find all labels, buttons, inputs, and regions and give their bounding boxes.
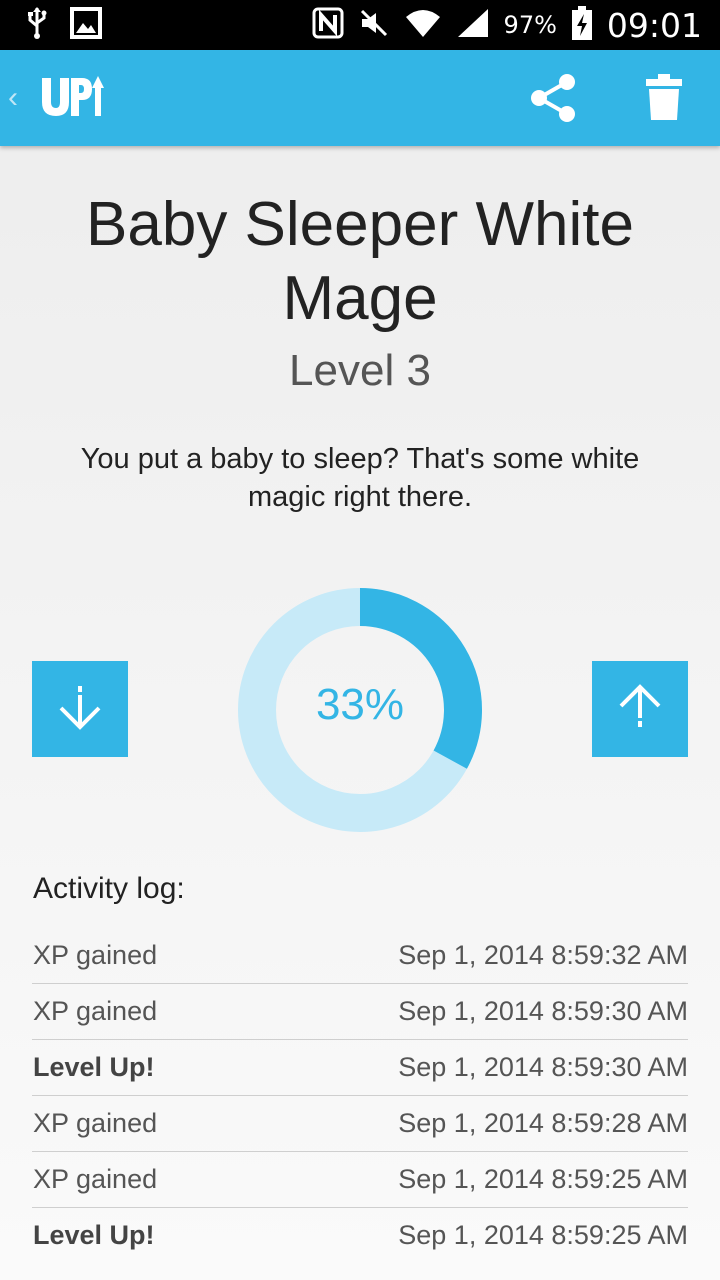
image-icon [70,6,102,44]
log-timestamp: Sep 1, 2014 8:59:32 AM [398,940,688,970]
status-bar: 97% 09:01 [0,0,720,50]
skill-title: Baby Sleeper White Mage [86,190,634,333]
arrow-up-icon [618,682,662,737]
log-timestamp: Sep 1, 2014 8:59:30 AM [398,996,688,1026]
skill-description: You put a baby to sleep? That's some whi… [80,443,640,513]
progress-percent: 33% [315,680,405,729]
activity-log-heading: Activity log: [33,872,185,905]
log-event: XP gained [33,940,158,970]
skill-level: Level 3 [289,346,431,395]
log-row: XP gained Sep 1, 2014 8:59:30 AM [32,984,688,1040]
log-event: XP gained [33,996,158,1026]
log-event: Level Up! [33,1052,155,1082]
log-row: Level Up! Sep 1, 2014 8:59:30 AM [32,1040,688,1096]
increase-xp-button[interactable] [592,661,688,757]
share-icon[interactable] [528,72,578,129]
clock: 09:01 [606,5,702,45]
nfc-icon [312,7,344,44]
battery-icon [571,5,593,45]
battery-percent: 97% [503,11,557,39]
log-timestamp: Sep 1, 2014 8:59:25 AM [398,1220,688,1250]
wifi-icon [404,7,442,44]
signal-icon [456,7,490,44]
decrease-xp-button[interactable] [32,661,128,757]
activity-log-list: XP gained Sep 1, 2014 8:59:32 AM XP gain… [32,928,688,1263]
log-row: XP gained Sep 1, 2014 8:59:25 AM [32,1152,688,1208]
usb-icon [26,6,48,45]
trash-icon[interactable] [644,72,684,127]
log-timestamp: Sep 1, 2014 8:59:25 AM [398,1164,688,1194]
log-row: XP gained Sep 1, 2014 8:59:32 AM [32,928,688,984]
log-row: XP gained Sep 1, 2014 8:59:28 AM [32,1096,688,1152]
arrow-down-icon [58,682,102,737]
log-timestamp: Sep 1, 2014 8:59:30 AM [398,1052,688,1082]
log-event: XP gained [33,1108,158,1138]
log-row: Level Up! Sep 1, 2014 8:59:25 AM [32,1208,688,1263]
app-bar: ‹ [0,50,720,146]
mute-icon [358,7,390,44]
log-timestamp: Sep 1, 2014 8:59:28 AM [398,1108,688,1138]
log-event: Level Up! [33,1220,155,1250]
back-chevron-icon[interactable]: ‹ [8,78,18,118]
log-event: XP gained [33,1164,158,1194]
app-logo[interactable] [40,74,104,127]
